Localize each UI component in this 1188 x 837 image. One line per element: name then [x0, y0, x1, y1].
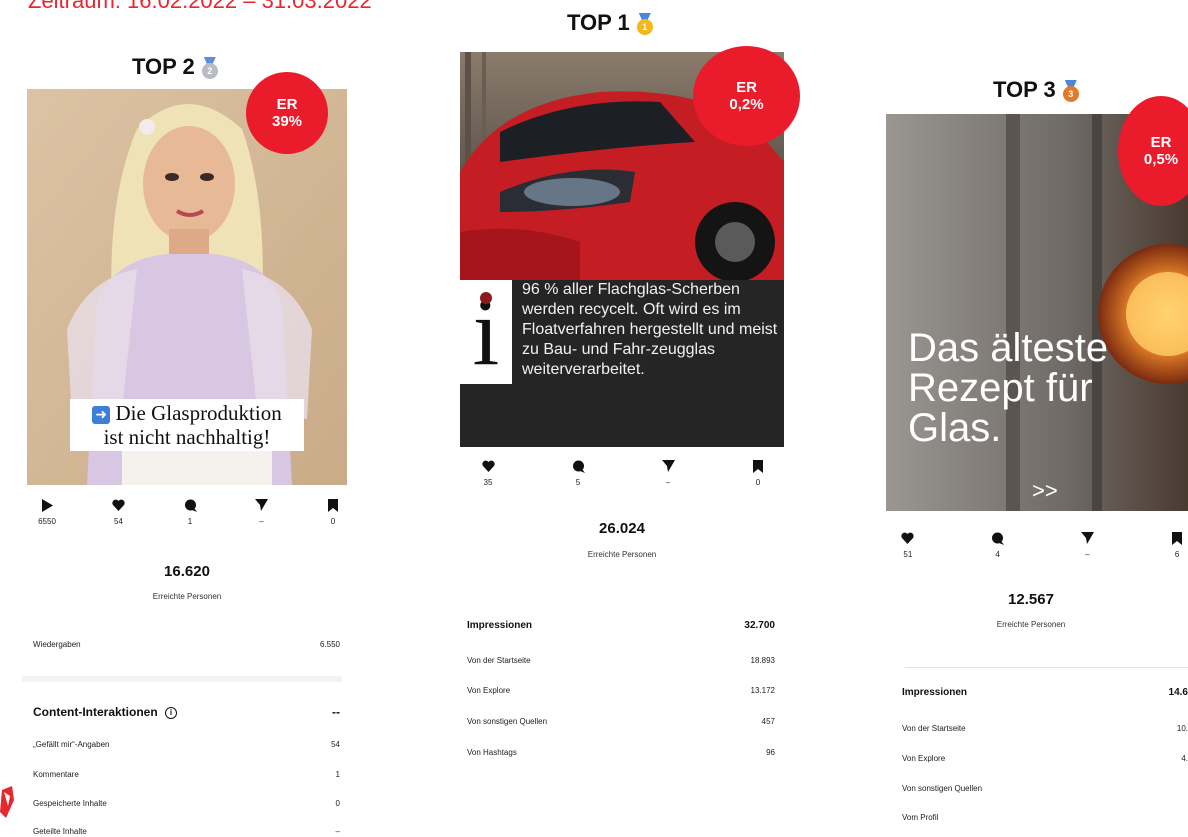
table-row: Von Explore 13.172 [467, 686, 775, 695]
top3-likes-stat: 51 [897, 530, 919, 559]
bookmark-icon [328, 497, 338, 513]
top1-title: TOP 1 [567, 10, 630, 35]
top1-stats: 35 5 – 0 [473, 458, 773, 487]
top2-divider [22, 676, 342, 682]
top1-impressions-row: Impressionen 32.700 [467, 620, 775, 631]
table-row: Von Explore 4. [902, 754, 1188, 763]
top2-caption: ➜ Die Glasproduktion ist nicht nachhalti… [70, 399, 304, 451]
table-row: Von sonstigen Quellen 457 [467, 717, 775, 726]
send-icon [661, 458, 675, 474]
top2-reach-label: Erreichte Personen [152, 592, 222, 601]
table-row: Von Hashtags 96 [467, 748, 775, 757]
top2-shares-stat: – [247, 497, 277, 526]
top2-stats: 6550 54 1 – 0 [32, 497, 348, 526]
table-row: Kommentare 1 [33, 770, 340, 779]
bookmark-icon [753, 458, 763, 474]
comment-icon [572, 458, 585, 474]
top2-saves-stat: 0 [318, 497, 348, 526]
heart-icon [901, 530, 915, 546]
top1-shares-stat: – [653, 458, 683, 487]
top3-impressions-row: Impressionen 14.6 [902, 687, 1188, 698]
top2-likes-stat: 54 [104, 497, 134, 526]
table-row: Geteilte Inhalte – [33, 827, 340, 836]
info-dot [480, 292, 492, 304]
top1-reach-value: 26.024 [599, 520, 645, 537]
table-row: Von der Startseite 10. [902, 724, 1188, 733]
top2-reach-value: 16.620 [164, 563, 210, 580]
next-arrows-icon[interactable]: >> [1032, 478, 1058, 504]
info-icon[interactable]: i [165, 707, 178, 719]
send-icon [255, 497, 268, 513]
top3-reach-value: 12.567 [1008, 591, 1054, 608]
send-icon [1080, 530, 1094, 546]
top3-reach-label: Erreichte Personen [996, 620, 1066, 629]
top1-er-badge: ER 0,2% [693, 46, 800, 146]
bookmark-icon [1172, 530, 1183, 546]
heart-icon [112, 497, 125, 513]
info-letter-box: i [460, 280, 512, 384]
table-row: Von sonstigen Quellen [902, 784, 983, 793]
top3-shares-stat: – [1077, 530, 1099, 559]
top2-er-badge: ER 39% [246, 72, 328, 154]
top1-info-panel: i 96 % aller Flachglas-Scherben werden r… [460, 280, 784, 447]
top2-title: TOP 2 [132, 54, 195, 79]
top3-title: TOP 3 [993, 77, 1056, 102]
top1-reach-label: Erreichte Personen [587, 550, 657, 559]
top3-overlay-title: Das älteste Rezept für Glas. [908, 326, 1109, 450]
table-row: Von der Startseite 18.893 [467, 656, 775, 665]
top1-saves-stat: 0 [743, 458, 773, 487]
top3-divider [905, 667, 1188, 668]
top2-title-wrap: TOP 2 2 [132, 54, 219, 80]
heart-icon [481, 458, 495, 474]
top3-saves-stat: 6 [1166, 530, 1188, 559]
top2-plays-stat: 6550 [32, 497, 62, 526]
date-range: Zeitraum: 16.02.2022 – 31.03.2022 [28, 0, 372, 13]
gold-medal-icon: 1 [636, 13, 654, 35]
comment-icon [991, 530, 1005, 546]
top1-comments-stat: 5 [563, 458, 593, 487]
top3-comments-stat: 4 [987, 530, 1009, 559]
top3-title-wrap: TOP 3 3 [993, 77, 1080, 103]
top2-comments-stat: 1 [175, 497, 205, 526]
table-row: Vom Profil [902, 813, 939, 822]
table-row: Gespeicherte Inhalte 0 [33, 799, 340, 808]
bronze-medal-icon: 3 [1062, 80, 1080, 102]
top1-likes-stat: 35 [473, 458, 503, 487]
top1-title-wrap: TOP 1 1 [567, 10, 654, 36]
top2-content-heading: Content-Interaktionen i -- [33, 705, 340, 719]
comment-icon [184, 497, 197, 513]
brand-logo-icon [0, 786, 14, 818]
arrow-right-icon: ➜ [92, 406, 111, 424]
top2-plays-row: Wiedergaben 6.550 [33, 640, 340, 649]
top3-stats: 51 4 – 6 [897, 530, 1188, 559]
top1-info-text: 96 % aller Flachglas-Scherben werden rec… [522, 281, 778, 378]
silver-medal-icon: 2 [201, 57, 219, 79]
table-row: „Gefällt mir“-Angaben 54 [33, 740, 340, 749]
play-icon [41, 497, 53, 513]
